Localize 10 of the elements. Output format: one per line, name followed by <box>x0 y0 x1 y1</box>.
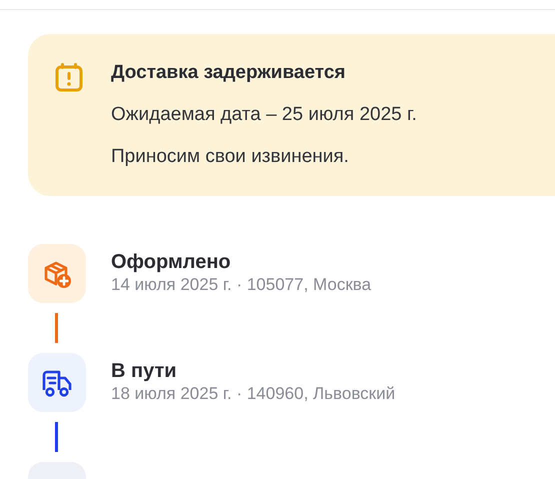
step-detail: 14 июля 2025 г. · 105077, Москва <box>111 274 372 296</box>
step-title: В пути <box>111 359 178 383</box>
timeline-connector <box>55 313 58 343</box>
alert-title: Доставка задерживается <box>111 61 347 85</box>
calendar-warning-icon <box>55 62 83 92</box>
step-title: Оформлено <box>111 250 232 274</box>
timeline-connector <box>55 422 58 452</box>
step-detail: 18 июля 2025 г. · 140960, Львовский <box>111 383 396 405</box>
alert-message: Ожидаемая дата – 25 июля 2025 г. <box>111 103 417 127</box>
alert-message: Приносим свои извинения. <box>111 145 350 169</box>
